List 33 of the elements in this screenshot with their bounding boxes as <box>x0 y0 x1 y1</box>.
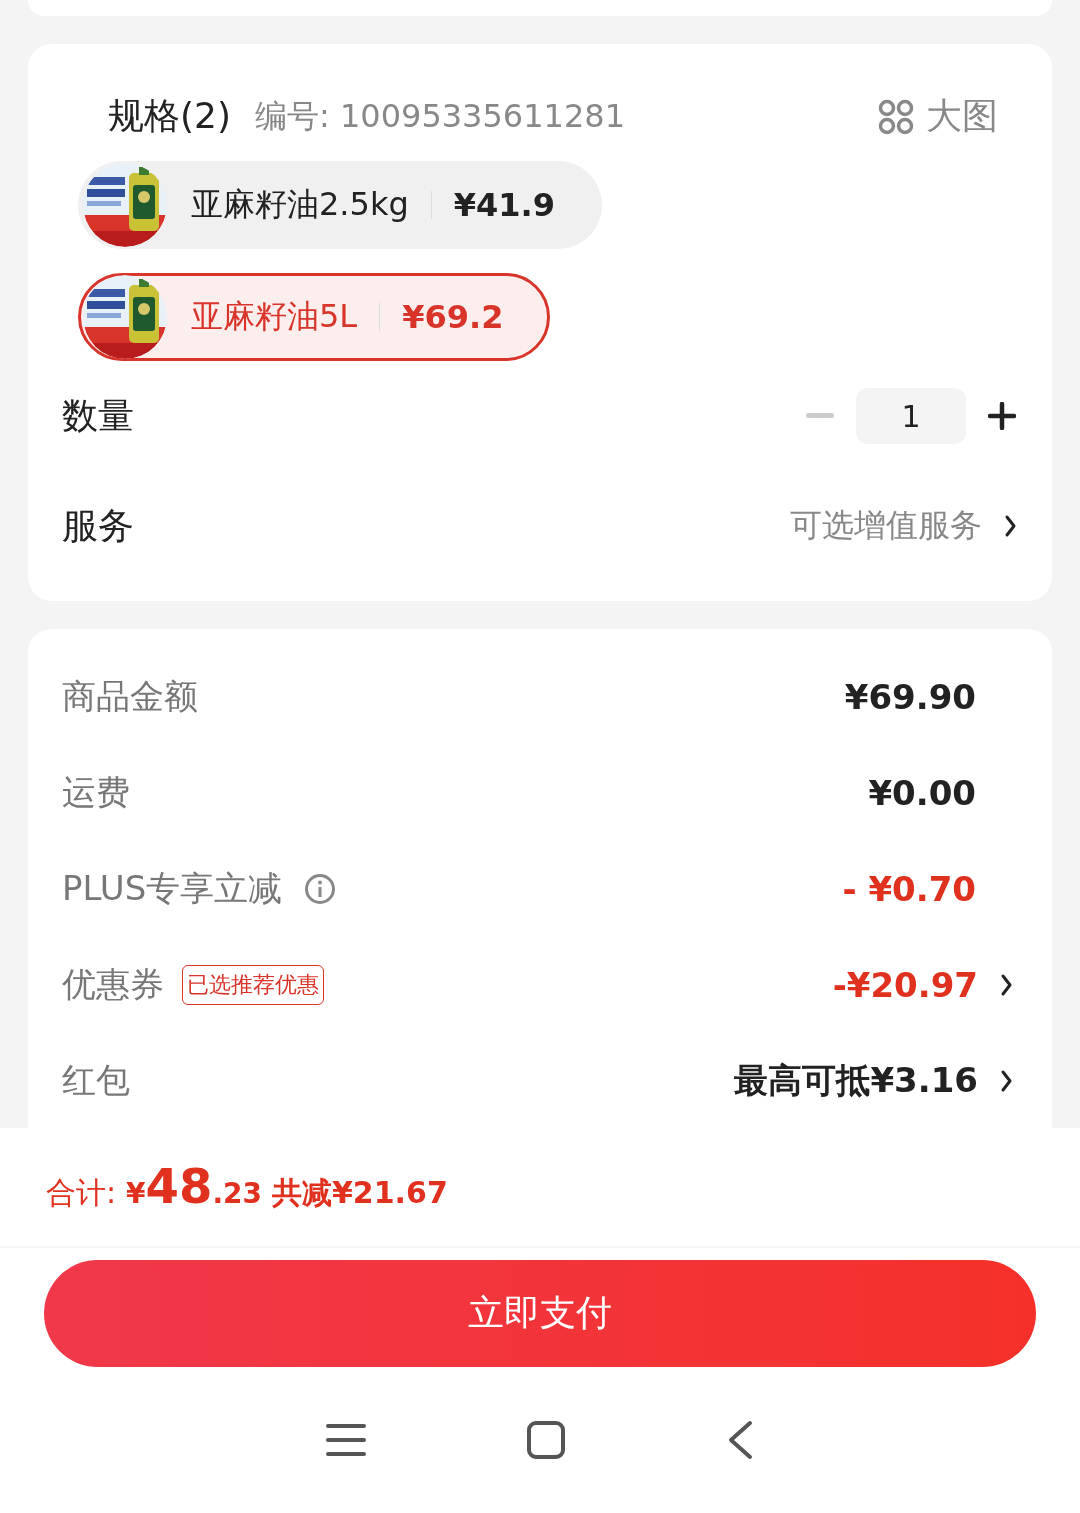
total-label: 合计: <box>46 1174 117 1212</box>
info-icon[interactable] <box>304 873 337 905</box>
home-square-icon[interactable] <box>526 1419 566 1460</box>
price-value: ¥69.90 <box>844 677 976 717</box>
price-value[interactable]: 最高可抵¥3.16 <box>734 1058 978 1104</box>
coupon-tag: 已选推荐优惠 <box>182 965 324 1005</box>
spec-option[interactable]: 亚麻籽油5L ¥69.2 <box>78 273 551 361</box>
price-value[interactable]: -¥20.97 <box>832 965 978 1005</box>
price-label: 运费 <box>62 771 130 814</box>
price-label: 红包 <box>62 1059 130 1102</box>
big-image-button[interactable]: 大图 <box>878 92 998 141</box>
price-label: 优惠券 <box>62 963 164 1006</box>
back-icon[interactable] <box>726 1419 754 1460</box>
chevron-right-icon <box>1000 973 1012 997</box>
price-value: - ¥0.70 <box>842 869 976 909</box>
total-amount: ¥48.23 <box>126 1158 262 1214</box>
service-label: 服务 <box>62 503 134 548</box>
price-value: ¥0.00 <box>868 773 976 813</box>
chevron-right-icon <box>1000 1069 1012 1093</box>
saved-amount: 共减¥21.67 <box>272 1174 448 1212</box>
pay-button[interactable]: 立即支付 <box>44 1259 1036 1367</box>
spec-title: 规格(2) <box>108 94 231 138</box>
product-code: 编号: 10095335611281 <box>255 95 625 137</box>
grid-icon <box>878 98 914 135</box>
price-label: 商品金额 <box>62 675 198 718</box>
plus-icon[interactable] <box>988 402 1016 430</box>
price-label: PLUS专享立减 <box>62 867 283 910</box>
quantity-label: 数量 <box>62 393 134 438</box>
quantity-field[interactable]: 1 <box>856 388 966 444</box>
chevron-right-icon <box>1004 514 1016 538</box>
service-value[interactable]: 可选增值服务 <box>790 504 982 548</box>
spec-option[interactable]: 亚麻籽油2.5kg ¥41.9 <box>78 161 602 249</box>
menu-icon[interactable] <box>326 1421 366 1458</box>
